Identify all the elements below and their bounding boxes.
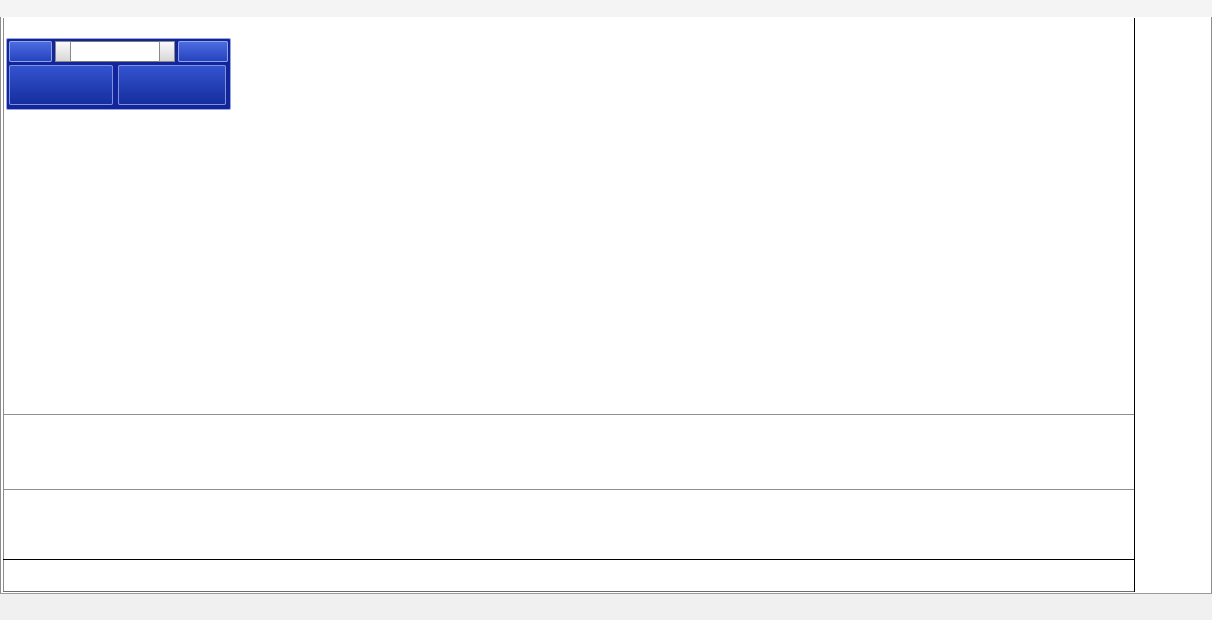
trade-panel-top-row bbox=[9, 41, 228, 62]
sell-price-button[interactable] bbox=[9, 65, 113, 105]
sell-button[interactable] bbox=[9, 41, 52, 62]
mt4-terminal-window bbox=[0, 0, 1212, 620]
window-bottom-border bbox=[3, 591, 1211, 592]
price-axis bbox=[1134, 18, 1211, 592]
volume-decrease-button[interactable] bbox=[55, 41, 71, 62]
one-click-trading-panel bbox=[6, 38, 231, 110]
buy-price-button[interactable] bbox=[118, 65, 226, 105]
buy-button[interactable] bbox=[178, 41, 228, 62]
rsi-pane-canvas[interactable] bbox=[4, 490, 1134, 559]
volume-input[interactable] bbox=[71, 41, 159, 62]
chart-title bbox=[12, 23, 36, 35]
date-axis bbox=[4, 560, 1134, 591]
macd-pane-canvas[interactable] bbox=[4, 415, 1134, 489]
volume-increase-button[interactable] bbox=[159, 41, 175, 62]
timeframe-toolbar bbox=[0, 0, 1212, 18]
chart-tab-bar bbox=[0, 593, 1212, 620]
